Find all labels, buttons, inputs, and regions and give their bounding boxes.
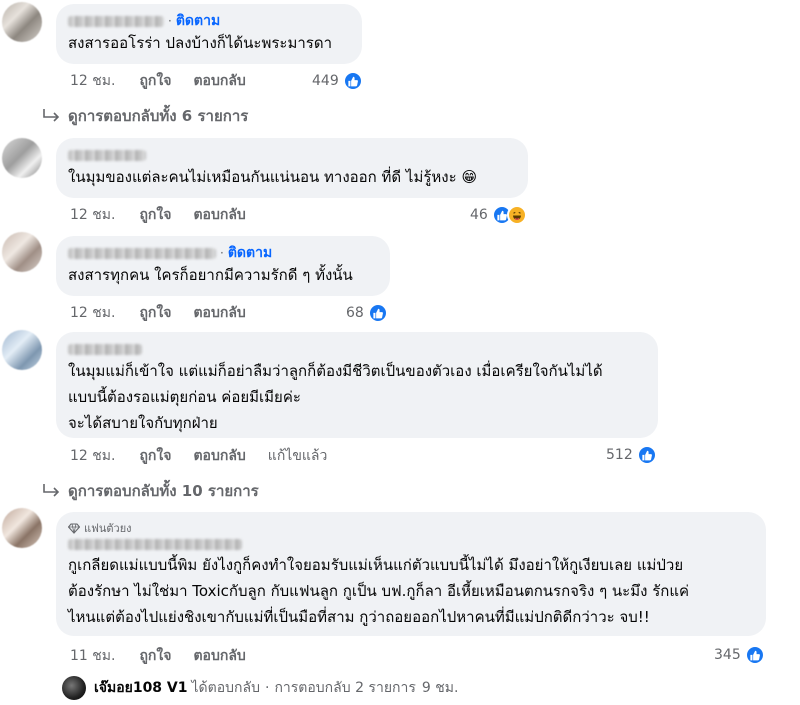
replier-avatar — [62, 676, 86, 700]
diamond-icon — [68, 522, 80, 534]
reply-action-text: ได้ตอบกลับ — [191, 680, 260, 696]
reaction-count: 68 — [346, 305, 364, 321]
reaction-summary[interactable]: 46 — [470, 204, 527, 226]
comment-text: สงสารออโรร่า ปลงบ้างก็ได้นะพระมารดา — [68, 34, 333, 52]
reply-arrow-icon — [43, 109, 60, 122]
comment-actions: 12 ชม. ถูกใจ ตอบกลับ — [70, 303, 268, 323]
follow-link[interactable]: ติดตาม — [228, 242, 272, 264]
reaction-summary[interactable]: 68 — [346, 302, 388, 324]
reply-button[interactable]: ตอบกลับ — [193, 204, 245, 226]
like-button[interactable]: ถูกใจ — [139, 204, 171, 226]
comment-text-line: ไหนแต่ต้องไปแย่งชิงเขากับแม่ที่เป็นมือที… — [68, 608, 650, 626]
reply-time: 9 ชม. — [421, 680, 459, 696]
view-replies-label: ดูการตอบกลับทั้ง 10 รายการ — [68, 482, 259, 500]
author-row — [68, 146, 516, 164]
avatar[interactable] — [2, 508, 42, 548]
view-replies-link[interactable]: ดูการตอบกลับทั้ง 10 รายการ — [42, 479, 259, 503]
comment-text-line: ต้องรักษา ไม่ใช่มา Toxicกับลูก กับแฟนลูก… — [68, 582, 690, 600]
reaction-summary[interactable]: 512 — [606, 444, 657, 466]
reply-count-text: การตอบกลับ 2 รายการ — [274, 680, 416, 696]
badge-label: แฟนตัวยง — [84, 522, 132, 535]
like-button[interactable]: ถูกใจ — [139, 645, 171, 667]
avatar[interactable] — [2, 330, 42, 370]
separator-dot: · — [264, 680, 270, 696]
reaction-count: 46 — [470, 207, 488, 223]
comment-text-line: แบบนี้ต้องรอแม่ตุยก่อน ค่อยมีเมียค่ะ — [68, 388, 301, 406]
comment-text-line: ในมุมแม่ก็เข้าใจ แต่แม่ก็อย่าลืมว่าลูกก็… — [68, 362, 603, 380]
laughing-emoji-icon — [506, 205, 527, 225]
comment-bubble: แฟนตัวยง กูเกลียดแม่แบบนี้พิม ยังไงกูก็ค… — [56, 512, 766, 636]
author-name-redacted[interactable] — [68, 149, 146, 161]
comment-bubble: ในมุมแม่ก็เข้าใจ แต่แม่ก็อย่าลืมว่าลูกก็… — [56, 332, 658, 438]
comment-bubble: · ติดตาม สงสารทุกคน ใครก็อยากมีความรักดี… — [56, 236, 390, 296]
reply-arrow-icon — [43, 484, 60, 497]
separator-dot: · — [168, 14, 172, 28]
comment-bubble: ในมุมของแต่ละคนไม่เหมือนกันแน่นอน ทางออก… — [56, 138, 528, 198]
thumbs-up-icon — [744, 645, 765, 665]
thumbs-up-icon — [636, 445, 657, 465]
avatar[interactable] — [2, 232, 42, 272]
view-replies-link[interactable]: ดูการตอบกลับทั้ง 6 รายการ — [42, 104, 248, 128]
author-name-redacted[interactable] — [68, 538, 242, 550]
author-name-redacted[interactable] — [68, 15, 164, 27]
author-row: · ติดตาม — [68, 244, 378, 262]
replier-name: เจ๊มอย108 V1 — [94, 680, 188, 696]
reaction-count: 449 — [312, 73, 339, 89]
comment-actions: 11 ชม. ถูกใจ ตอบกลับ — [70, 646, 268, 666]
author-name-redacted[interactable] — [68, 247, 216, 259]
follow-link[interactable]: ติดตาม — [176, 10, 220, 32]
like-button[interactable]: ถูกใจ — [139, 70, 171, 92]
comment-actions: 12 ชม. ถูกใจ ตอบกลับ — [70, 71, 268, 91]
reaction-summary[interactable]: 345 — [714, 644, 765, 666]
comment-time[interactable]: 11 ชม. — [70, 645, 115, 667]
author-row — [68, 536, 754, 552]
comment-text: สงสารทุกคน ใครก็อยากมีความรักดี ๆ ทั้งนั… — [68, 266, 353, 284]
avatar[interactable] — [2, 138, 42, 178]
like-button[interactable]: ถูกใจ — [139, 302, 171, 324]
comment-text: ในมุมของแต่ละคนไม่เหมือนกันแน่นอน ทางออก… — [68, 168, 478, 186]
reply-summary-row[interactable]: เจ๊มอย108 V1 ได้ตอบกลับ · การตอบกลับ 2 ร… — [62, 676, 458, 700]
comment-time[interactable]: 12 ชม. — [70, 204, 115, 226]
author-name-redacted[interactable] — [68, 343, 142, 355]
comment-time[interactable]: 12 ชม. — [70, 70, 115, 92]
separator-dot: · — [220, 246, 224, 260]
reaction-summary[interactable]: 449 — [312, 70, 363, 92]
reply-button[interactable]: ตอบกลับ — [193, 645, 245, 667]
comment-bubble: · ติดตาม สงสารออโรร่า ปลงบ้างก็ได้นะพระม… — [56, 4, 362, 64]
comment-text-line: จะได้สบายใจกับทุกฝ่าย — [68, 414, 218, 432]
comment-time[interactable]: 12 ชม. — [70, 445, 115, 467]
thumbs-up-icon — [367, 303, 388, 323]
comment-actions: 12 ชม. ถูกใจ ตอบกลับ — [70, 205, 268, 225]
reply-button[interactable]: ตอบกลับ — [193, 70, 245, 92]
reaction-count: 512 — [606, 447, 633, 463]
view-replies-label: ดูการตอบกลับทั้ง 6 รายการ — [68, 107, 249, 125]
comment-actions: 12 ชม. ถูกใจ ตอบกลับ แก้ไขแล้ว — [70, 446, 327, 466]
reaction-count: 345 — [714, 647, 741, 663]
author-row — [68, 340, 646, 358]
reply-button[interactable]: ตอบกลับ — [193, 302, 245, 324]
top-fan-badge: แฟนตัวยง — [68, 520, 754, 536]
like-button[interactable]: ถูกใจ — [139, 445, 171, 467]
thumbs-up-icon — [342, 71, 363, 91]
avatar[interactable] — [2, 2, 42, 42]
reply-button[interactable]: ตอบกลับ — [193, 445, 245, 467]
edited-label: แก้ไขแล้ว — [267, 448, 328, 464]
author-row: · ติดตาม — [68, 12, 350, 30]
comment-time[interactable]: 12 ชม. — [70, 302, 115, 324]
comment-text-line: กูเกลียดแม่แบบนี้พิม ยังไงกูก็คงทำใจยอมร… — [68, 556, 684, 574]
